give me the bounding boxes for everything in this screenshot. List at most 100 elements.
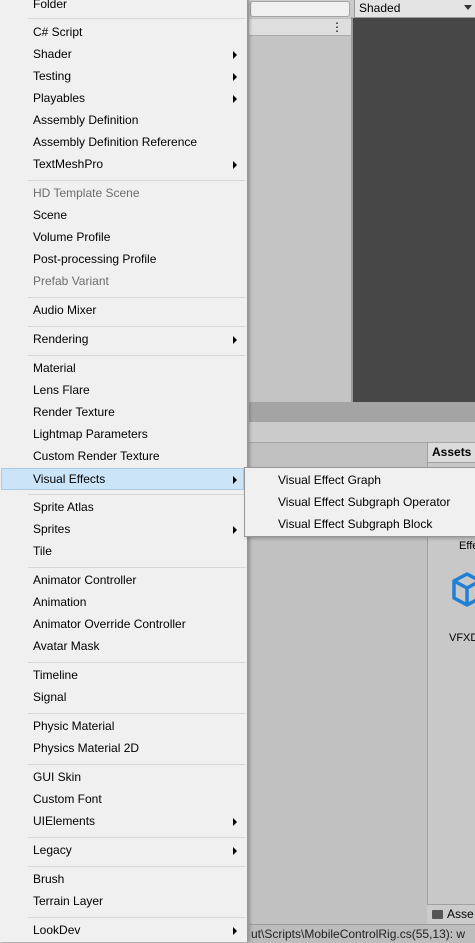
menu-item-label: Assembly Definition Reference: [33, 135, 198, 149]
menu-item-lightmap-parameters[interactable]: Lightmap Parameters: [2, 424, 246, 446]
menu-item-playables[interactable]: Playables: [2, 88, 246, 110]
menu-item-physics-material-2d[interactable]: Physics Material 2D: [2, 738, 246, 760]
menu-item-signal[interactable]: Signal: [2, 687, 246, 709]
menu-separator: [28, 355, 246, 356]
submenu-item-visual-effect-subgraph-operator[interactable]: Visual Effect Subgraph Operator: [245, 492, 475, 514]
menu-item-timeline[interactable]: Timeline: [2, 665, 246, 687]
assets-breadcrumb-label: Asse: [447, 907, 474, 921]
menu-item-label: HD Template Scene: [33, 186, 140, 200]
submenu-arrow-icon: [233, 847, 237, 855]
menu-item-scene[interactable]: Scene: [2, 205, 246, 227]
menu-item-label: Tile: [33, 544, 52, 558]
shading-mode-dropdown[interactable]: Shaded: [354, 0, 475, 18]
menu-item-testing[interactable]: Testing: [2, 66, 246, 88]
submenu-arrow-icon: [233, 927, 237, 935]
vfx-asset-icon[interactable]: [451, 572, 475, 620]
menu-item-uielements[interactable]: UIElements: [2, 811, 246, 833]
menu-item-render-texture[interactable]: Render Texture: [2, 402, 246, 424]
menu-item-post-processing-profile[interactable]: Post-processing Profile: [2, 249, 246, 271]
menu-item-animator-override-controller[interactable]: Animator Override Controller: [2, 614, 246, 636]
menu-separator: [28, 567, 246, 568]
horizontal-splitter[interactable]: [249, 402, 475, 422]
menu-item-label: Post-processing Profile: [33, 252, 157, 266]
menu-item-label: Animator Override Controller: [33, 617, 186, 631]
menu-item-animator-controller[interactable]: Animator Controller: [2, 570, 246, 592]
status-bar[interactable]: ut\Scripts\MobileControlRig.cs(55,13): w: [249, 924, 475, 943]
assets-tab[interactable]: Assets: [428, 443, 475, 463]
chevron-down-icon: [464, 5, 472, 10]
status-message: ut\Scripts\MobileControlRig.cs(55,13): w: [251, 927, 466, 941]
menu-item-textmeshpro[interactable]: TextMeshPro: [2, 154, 246, 176]
menu-item-label: Terrain Layer: [33, 894, 104, 908]
menu-item-label: Audio Mixer: [33, 303, 97, 317]
menu-item-volume-profile[interactable]: Volume Profile: [2, 227, 246, 249]
menu-item-brush[interactable]: Brush: [2, 869, 246, 891]
kebab-menu-icon[interactable]: ⋮: [331, 20, 343, 34]
menu-item-label: Lens Flare: [33, 383, 90, 397]
menu-separator: [28, 866, 246, 867]
submenu-arrow-icon: [233, 476, 237, 484]
menu-item-label: Render Texture: [33, 405, 115, 419]
menu-item-animation[interactable]: Animation: [2, 592, 246, 614]
menu-item-label: Assembly Definition: [33, 113, 139, 127]
menu-separator: [28, 662, 246, 663]
menu-item-audio-mixer[interactable]: Audio Mixer: [2, 300, 246, 322]
create-context-menu: Folder C# Script Shader Testing Playables Ass…: [0, 0, 248, 942]
menu-item-label: Testing: [33, 69, 72, 83]
submenu-arrow-icon: [233, 818, 237, 826]
hierarchy-search-field[interactable]: [250, 1, 350, 17]
submenu-item-label: Visual Effect Subgraph Operator: [278, 495, 451, 509]
menu-item-rendering[interactable]: Rendering: [2, 329, 246, 351]
menu-item-assembly-definition[interactable]: Assembly Definition: [2, 110, 246, 132]
submenu-arrow-icon: [233, 51, 237, 59]
scene-view[interactable]: [353, 18, 475, 402]
menu-item-label: Scene: [33, 208, 68, 222]
menu-item-shader[interactable]: Shader: [2, 44, 246, 66]
submenu-item-visual-effect-subgraph-block[interactable]: Visual Effect Subgraph Block: [245, 514, 475, 536]
menu-item-label: Animator Controller: [33, 573, 137, 587]
menu-item-tile[interactable]: Tile: [2, 541, 246, 563]
menu-item-label: Legacy: [33, 843, 72, 857]
menu-item-label: Volume Profile: [33, 230, 111, 244]
menu-item-label: C# Script: [33, 25, 83, 39]
submenu-item-label: Visual Effect Graph: [278, 473, 381, 487]
menu-item-label: Folder: [33, 0, 68, 11]
menu-item-label: LookDev: [33, 923, 81, 937]
submenu-arrow-icon: [233, 73, 237, 81]
menu-item-label: Physics Material 2D: [33, 741, 140, 755]
menu-separator: [28, 713, 246, 714]
assets-tab-label: Assets: [432, 445, 472, 459]
menu-item-hd-template-scene: HD Template Scene: [2, 183, 246, 205]
menu-item-custom-render-texture[interactable]: Custom Render Texture: [2, 446, 246, 468]
asset-name: VFXD: [449, 632, 475, 644]
menu-item-lens-flare[interactable]: Lens Flare: [2, 380, 246, 402]
menu-item-sprite-atlas[interactable]: Sprite Atlas: [2, 497, 246, 519]
assets-breadcrumb[interactable]: Asse: [427, 904, 475, 925]
menu-item-folder[interactable]: Folder: [2, 0, 246, 16]
menu-separator: [28, 837, 246, 838]
menu-item-label: TextMeshPro: [33, 157, 104, 171]
menu-item-sprites[interactable]: Sprites: [2, 519, 246, 541]
submenu-item-visual-effect-graph[interactable]: Visual Effect Graph: [245, 470, 475, 492]
menu-item-legacy[interactable]: Legacy: [2, 840, 246, 862]
menu-item-physic-material[interactable]: Physic Material: [2, 716, 246, 738]
menu-item-lookdev[interactable]: LookDev: [2, 920, 246, 942]
menu-item-label: Avatar Mask: [33, 639, 100, 653]
menu-item-visual-effects[interactable]: Visual Effects: [1, 468, 244, 490]
menu-item-label: Prefab Variant: [33, 274, 109, 288]
menu-item-terrain-layer[interactable]: Terrain Layer: [2, 891, 246, 913]
folder-icon: [432, 910, 443, 919]
menu-item-prefab-variant: Prefab Variant: [2, 271, 246, 293]
menu-item-avatar-mask[interactable]: Avatar Mask: [2, 636, 246, 658]
submenu-arrow-icon: [233, 336, 237, 344]
menu-separator: [28, 917, 246, 918]
menu-item-assembly-definition-reference[interactable]: Assembly Definition Reference: [2, 132, 246, 154]
menu-item-material[interactable]: Material: [2, 358, 246, 380]
menu-item-custom-font[interactable]: Custom Font: [2, 789, 246, 811]
visual-effects-submenu: Visual Effect Graph Visual Effect Subgrap…: [244, 467, 475, 537]
menu-item-gui-skin[interactable]: GUI Skin: [2, 767, 246, 789]
menu-item-label: GUI Skin: [33, 770, 82, 784]
submenu-arrow-icon: [233, 95, 237, 103]
menu-item-c-script[interactable]: C# Script: [2, 22, 246, 44]
submenu-item-label: Visual Effect Subgraph Block: [278, 517, 433, 531]
